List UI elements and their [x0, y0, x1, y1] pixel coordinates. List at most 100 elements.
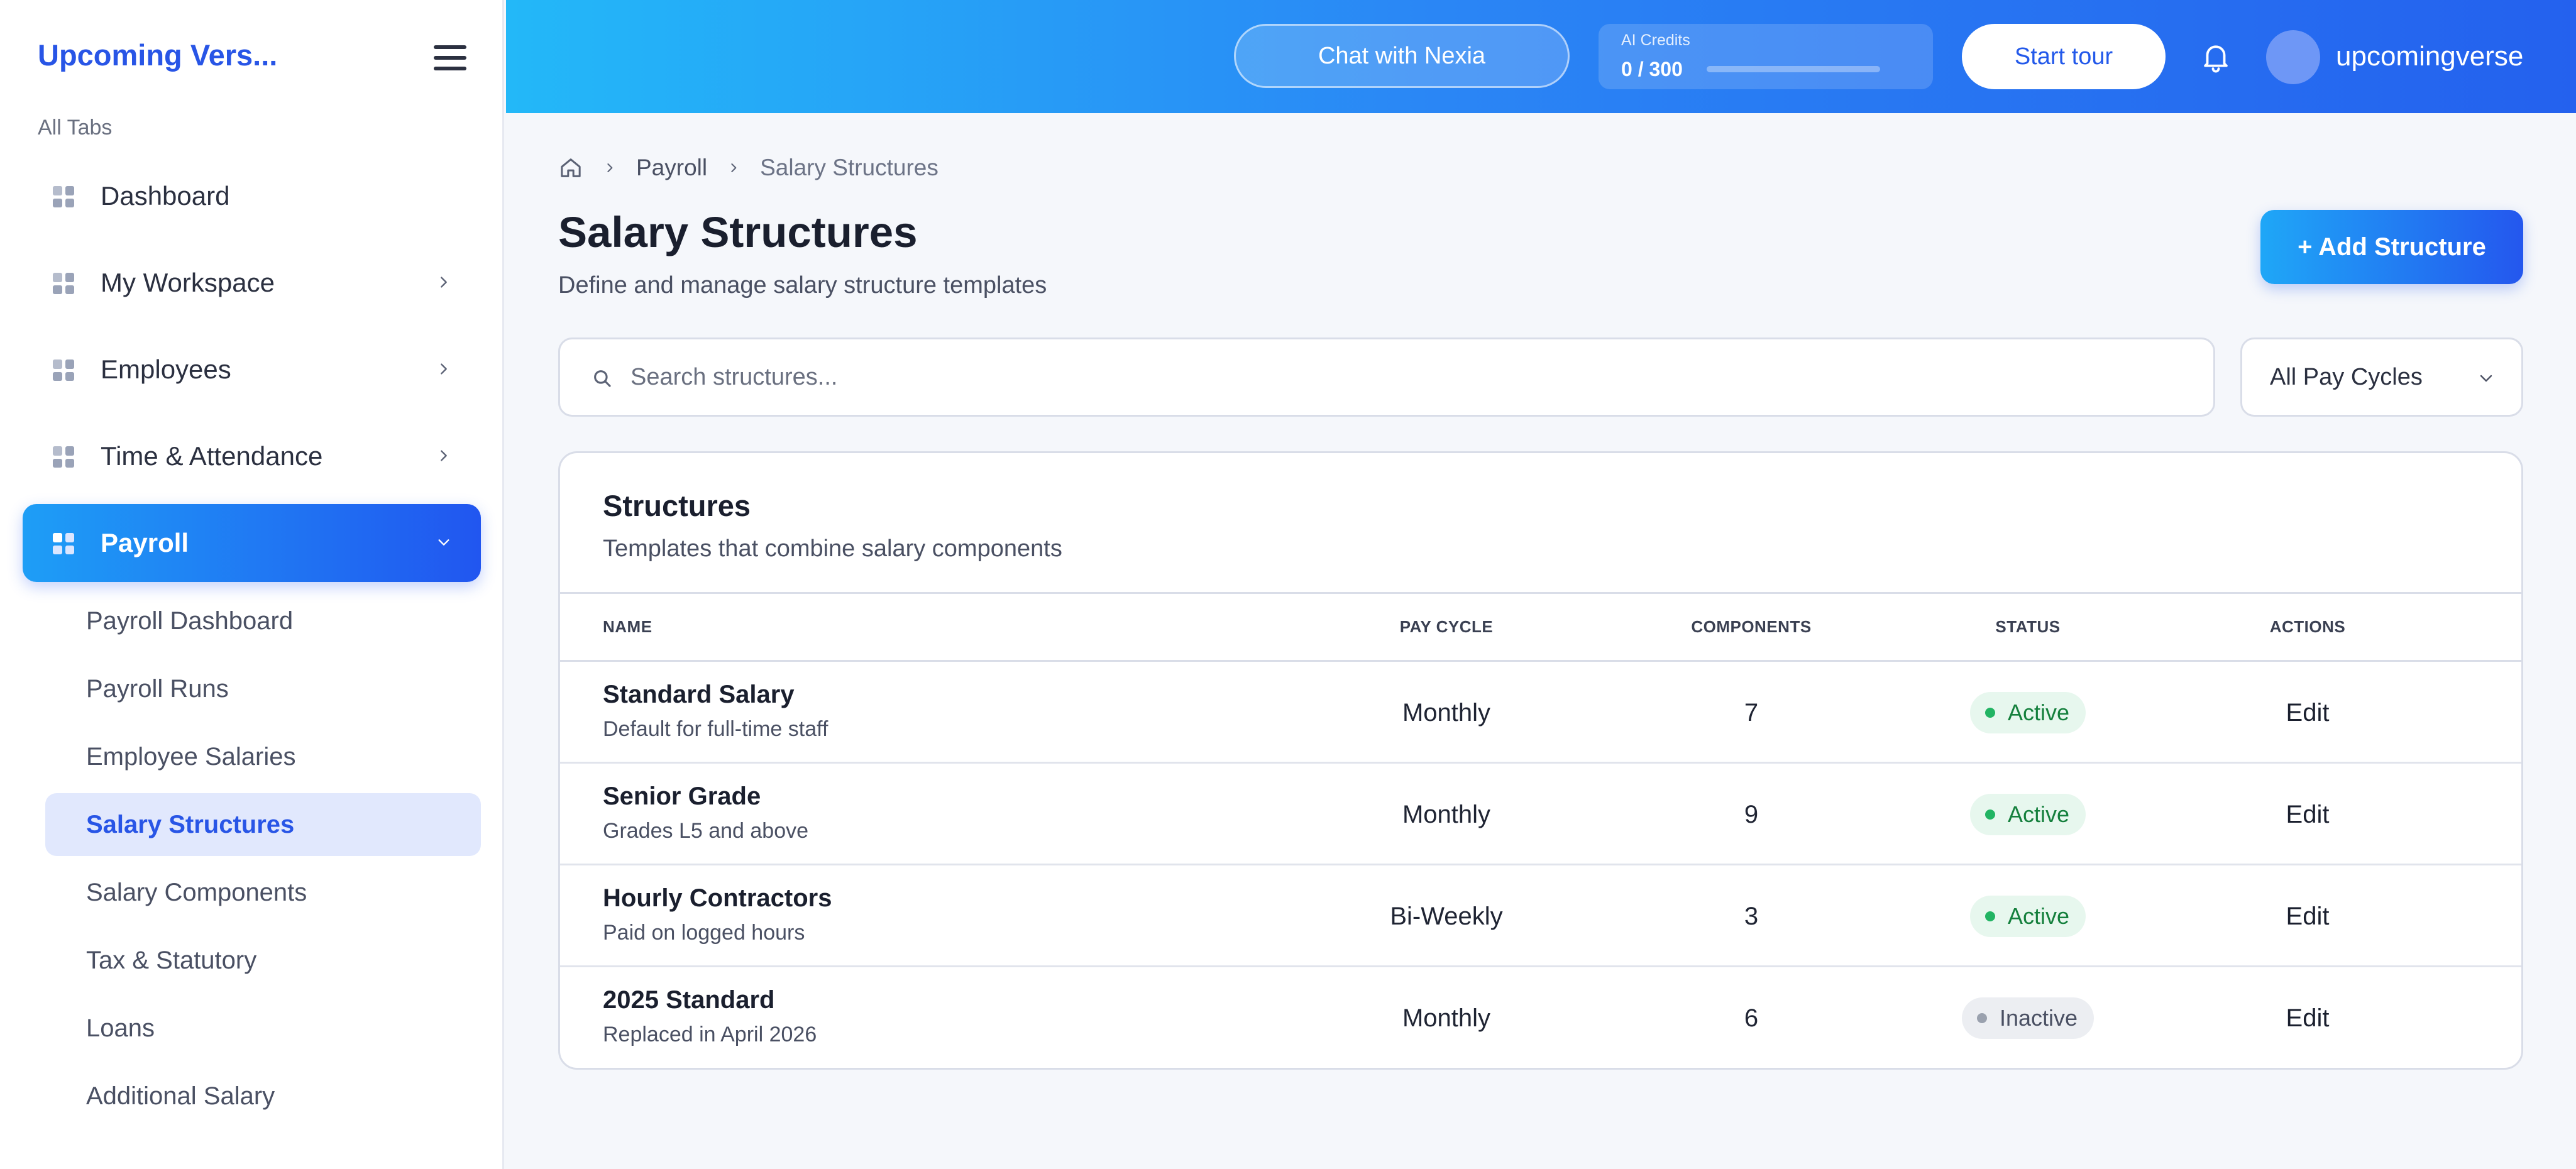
edit-button[interactable]: Edit	[2286, 1004, 2330, 1033]
table-row: Standard Salary Default for full-time st…	[560, 662, 2521, 764]
structure-name: Senior Grade	[603, 782, 761, 810]
search-box	[558, 338, 2215, 417]
column-header-pay-cycle: PAY CYCLE	[1399, 617, 1494, 636]
status-label: Active	[2007, 801, 2070, 827]
components-cell: 6	[1744, 1004, 1759, 1032]
column-header-actions: ACTIONS	[2269, 617, 2346, 636]
top-header: Chat with Nexia AI Credits 0 / 300 Start…	[506, 0, 2576, 113]
edit-button[interactable]: Edit	[2286, 801, 2330, 829]
sidebar-subitem-payroll-runs[interactable]: Payroll Runs	[45, 657, 481, 720]
status-cell: Inactive	[1934, 967, 2122, 1068]
status-dot	[1976, 1013, 1987, 1023]
actions-cell: Edit	[2245, 662, 2370, 764]
chevron-right-icon	[607, 163, 613, 172]
sidebar-subitem-additional-salary[interactable]: Additional Salary	[45, 1065, 481, 1128]
status-dot	[1984, 911, 1995, 921]
edit-button[interactable]: Edit	[2286, 903, 2330, 931]
sidebar-item-label: Payroll	[101, 528, 189, 557]
sidebar-subitem-tax-statutory[interactable]: Tax & Statutory	[45, 929, 481, 992]
sidebar-subitem-employee-salaries[interactable]: Employee Salaries	[45, 725, 481, 788]
sidebar-subitem-salary-structures[interactable]: Salary Structures	[45, 793, 481, 856]
column-header-status: STATUS	[1995, 617, 2061, 636]
chevron-right-icon	[441, 363, 447, 375]
table-row: Hourly Contractors Paid on logged hours …	[560, 865, 2521, 967]
sidebar-item-employees[interactable]: Employees	[23, 331, 481, 409]
status-cell: Active	[1934, 662, 2122, 764]
search-input[interactable]	[630, 339, 2189, 415]
ai-credits-progress	[1707, 66, 1880, 72]
ai-credits-label: AI Credits	[1621, 31, 1690, 49]
sidebar-subitem-loans[interactable]: Loans	[45, 997, 481, 1060]
components-cell: 9	[1744, 800, 1759, 828]
breadcrumb-payroll[interactable]: Payroll	[636, 155, 707, 181]
sidebar-item-label: Time & Attendance	[101, 441, 323, 471]
ai-credits-widget[interactable]: AI Credits 0 / 300	[1599, 24, 1933, 89]
card-title: Structures	[603, 489, 751, 522]
table-row: 2025 Standard Replaced in April 2026 Mon…	[560, 967, 2521, 1068]
pay-cycle-cell: Monthly	[1402, 800, 1491, 828]
brand-name[interactable]: Upcoming Vers...	[38, 38, 277, 72]
start-tour-button[interactable]: Start tour	[1962, 24, 2166, 89]
status-label: Active	[2007, 700, 2070, 725]
structure-description: Replaced in April 2026	[603, 1023, 817, 1046]
sidebar-item-my-workspace[interactable]: My Workspace	[23, 244, 481, 322]
pay-cycle-cell: Monthly	[1402, 698, 1491, 727]
hamburger-icon[interactable]	[434, 45, 466, 70]
grid-icon	[53, 359, 74, 381]
pay-cycle-filter[interactable]: All Pay Cycles	[2240, 338, 2523, 417]
chevron-right-icon	[441, 450, 447, 461]
grid-icon	[53, 186, 74, 207]
grid-icon	[53, 533, 74, 554]
breadcrumb-current: Salary Structures	[760, 155, 938, 180]
bell-icon[interactable]	[2199, 40, 2233, 74]
structure-description: Grades L5 and above	[603, 819, 809, 843]
chevron-right-icon	[441, 277, 447, 288]
status-badge: Active	[1969, 794, 2086, 835]
structure-name: 2025 Standard	[603, 986, 775, 1014]
sidebar-item-label: Dashboard	[101, 181, 230, 211]
sidebar-item-payroll[interactable]: Payroll	[23, 504, 481, 582]
pay-cycle-cell: Bi-Weekly	[1390, 902, 1503, 930]
structure-description: Paid on logged hours	[603, 921, 805, 945]
sidebar: Upcoming Vers... All Tabs Dashboard My W…	[0, 0, 504, 1169]
table-header: NAME PAY CYCLE COMPONENTS STATUS ACTIONS	[560, 592, 2521, 662]
home-icon[interactable]	[558, 155, 583, 180]
edit-button[interactable]: Edit	[2286, 699, 2330, 727]
status-label: Active	[2007, 903, 2070, 929]
add-structure-button[interactable]: + Add Structure	[2260, 210, 2523, 284]
column-header-name: NAME	[603, 617, 652, 636]
sidebar-item-label: Employees	[101, 354, 231, 384]
sidebar-subitem-payroll-dashboard[interactable]: Payroll Dashboard	[45, 590, 481, 652]
status-dot	[1984, 810, 1995, 820]
structure-description: Default for full-time staff	[603, 717, 828, 741]
card-subtitle: Templates that combine salary components	[603, 535, 1062, 562]
pay-cycle-cell: Monthly	[1402, 1004, 1491, 1032]
status-cell: Active	[1934, 865, 2122, 967]
ai-credits-value: 0 / 300	[1621, 58, 1683, 80]
status-badge: Inactive	[1961, 997, 2094, 1039]
breadcrumb: Payroll Salary Structures	[558, 148, 938, 187]
chevron-down-icon	[438, 539, 449, 546]
username[interactable]: upcomingverse	[2336, 0, 2523, 113]
search-icon	[594, 370, 611, 387]
avatar[interactable]	[2266, 30, 2320, 84]
grid-icon	[53, 273, 74, 294]
status-label: Inactive	[1999, 1005, 2078, 1031]
status-badge: Active	[1969, 896, 2086, 937]
table-row: Senior Grade Grades L5 and above Monthly…	[560, 764, 2521, 865]
actions-cell: Edit	[2245, 865, 2370, 967]
components-cell: 3	[1744, 902, 1759, 930]
sidebar-subitem-salary-components[interactable]: Salary Components	[45, 861, 481, 924]
status-badge: Active	[1969, 692, 2086, 733]
sidebar-item-time-attendance[interactable]: Time & Attendance	[23, 417, 481, 495]
page-title: Salary Structures	[558, 208, 918, 256]
page-subtitle: Define and manage salary structure templ…	[558, 272, 1047, 299]
actions-cell: Edit	[2245, 967, 2370, 1068]
pay-cycle-filter-value: All Pay Cycles	[2270, 363, 2423, 390]
sidebar-item-label: My Workspace	[101, 268, 275, 297]
status-dot	[1984, 708, 1995, 718]
chevron-right-icon	[731, 163, 737, 172]
sidebar-item-dashboard[interactable]: Dashboard	[23, 157, 481, 235]
section-label: All Tabs	[38, 116, 113, 140]
chat-with-nexia-button[interactable]: Chat with Nexia	[1234, 24, 1570, 88]
